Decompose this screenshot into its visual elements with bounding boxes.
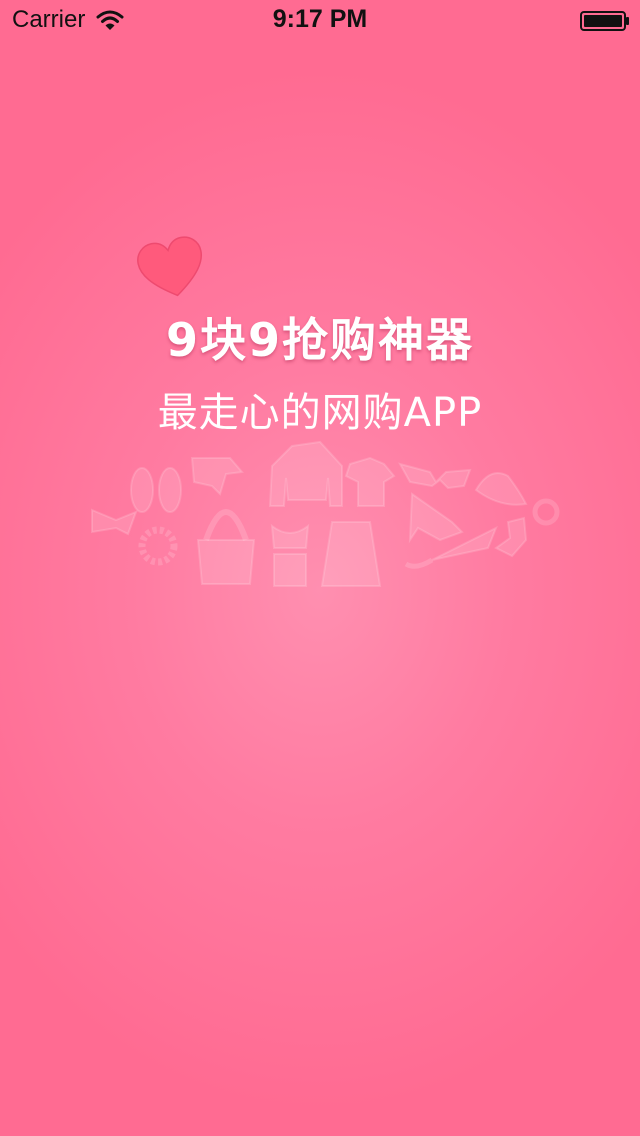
handbag-icon [196,509,256,585]
jacket-icon [268,440,343,507]
items-illustration [91,440,560,587]
app-slogan: 最走心的网购APP [157,390,483,436]
stiletto-icon [408,492,464,544]
flip-flops-icon [130,467,182,513]
swimsuit-icon [270,523,310,587]
tshirt-icon [344,456,396,507]
sunglasses-icon [397,462,472,490]
status-bar: Carrier 9:17 PM [0,0,640,40]
app-title: 9块9抢购神器 [165,313,474,367]
battery-icon [580,11,629,31]
bracelet-icon [138,526,178,566]
high-heel-icon [190,457,244,496]
ring-icon [532,498,560,526]
sock-icon [494,516,528,558]
skirt-icon [320,521,382,587]
status-time: 9:17 PM [272,5,368,33]
heart-icon [137,236,203,297]
hat-icon [474,472,528,506]
bow-tie-icon [91,508,138,536]
